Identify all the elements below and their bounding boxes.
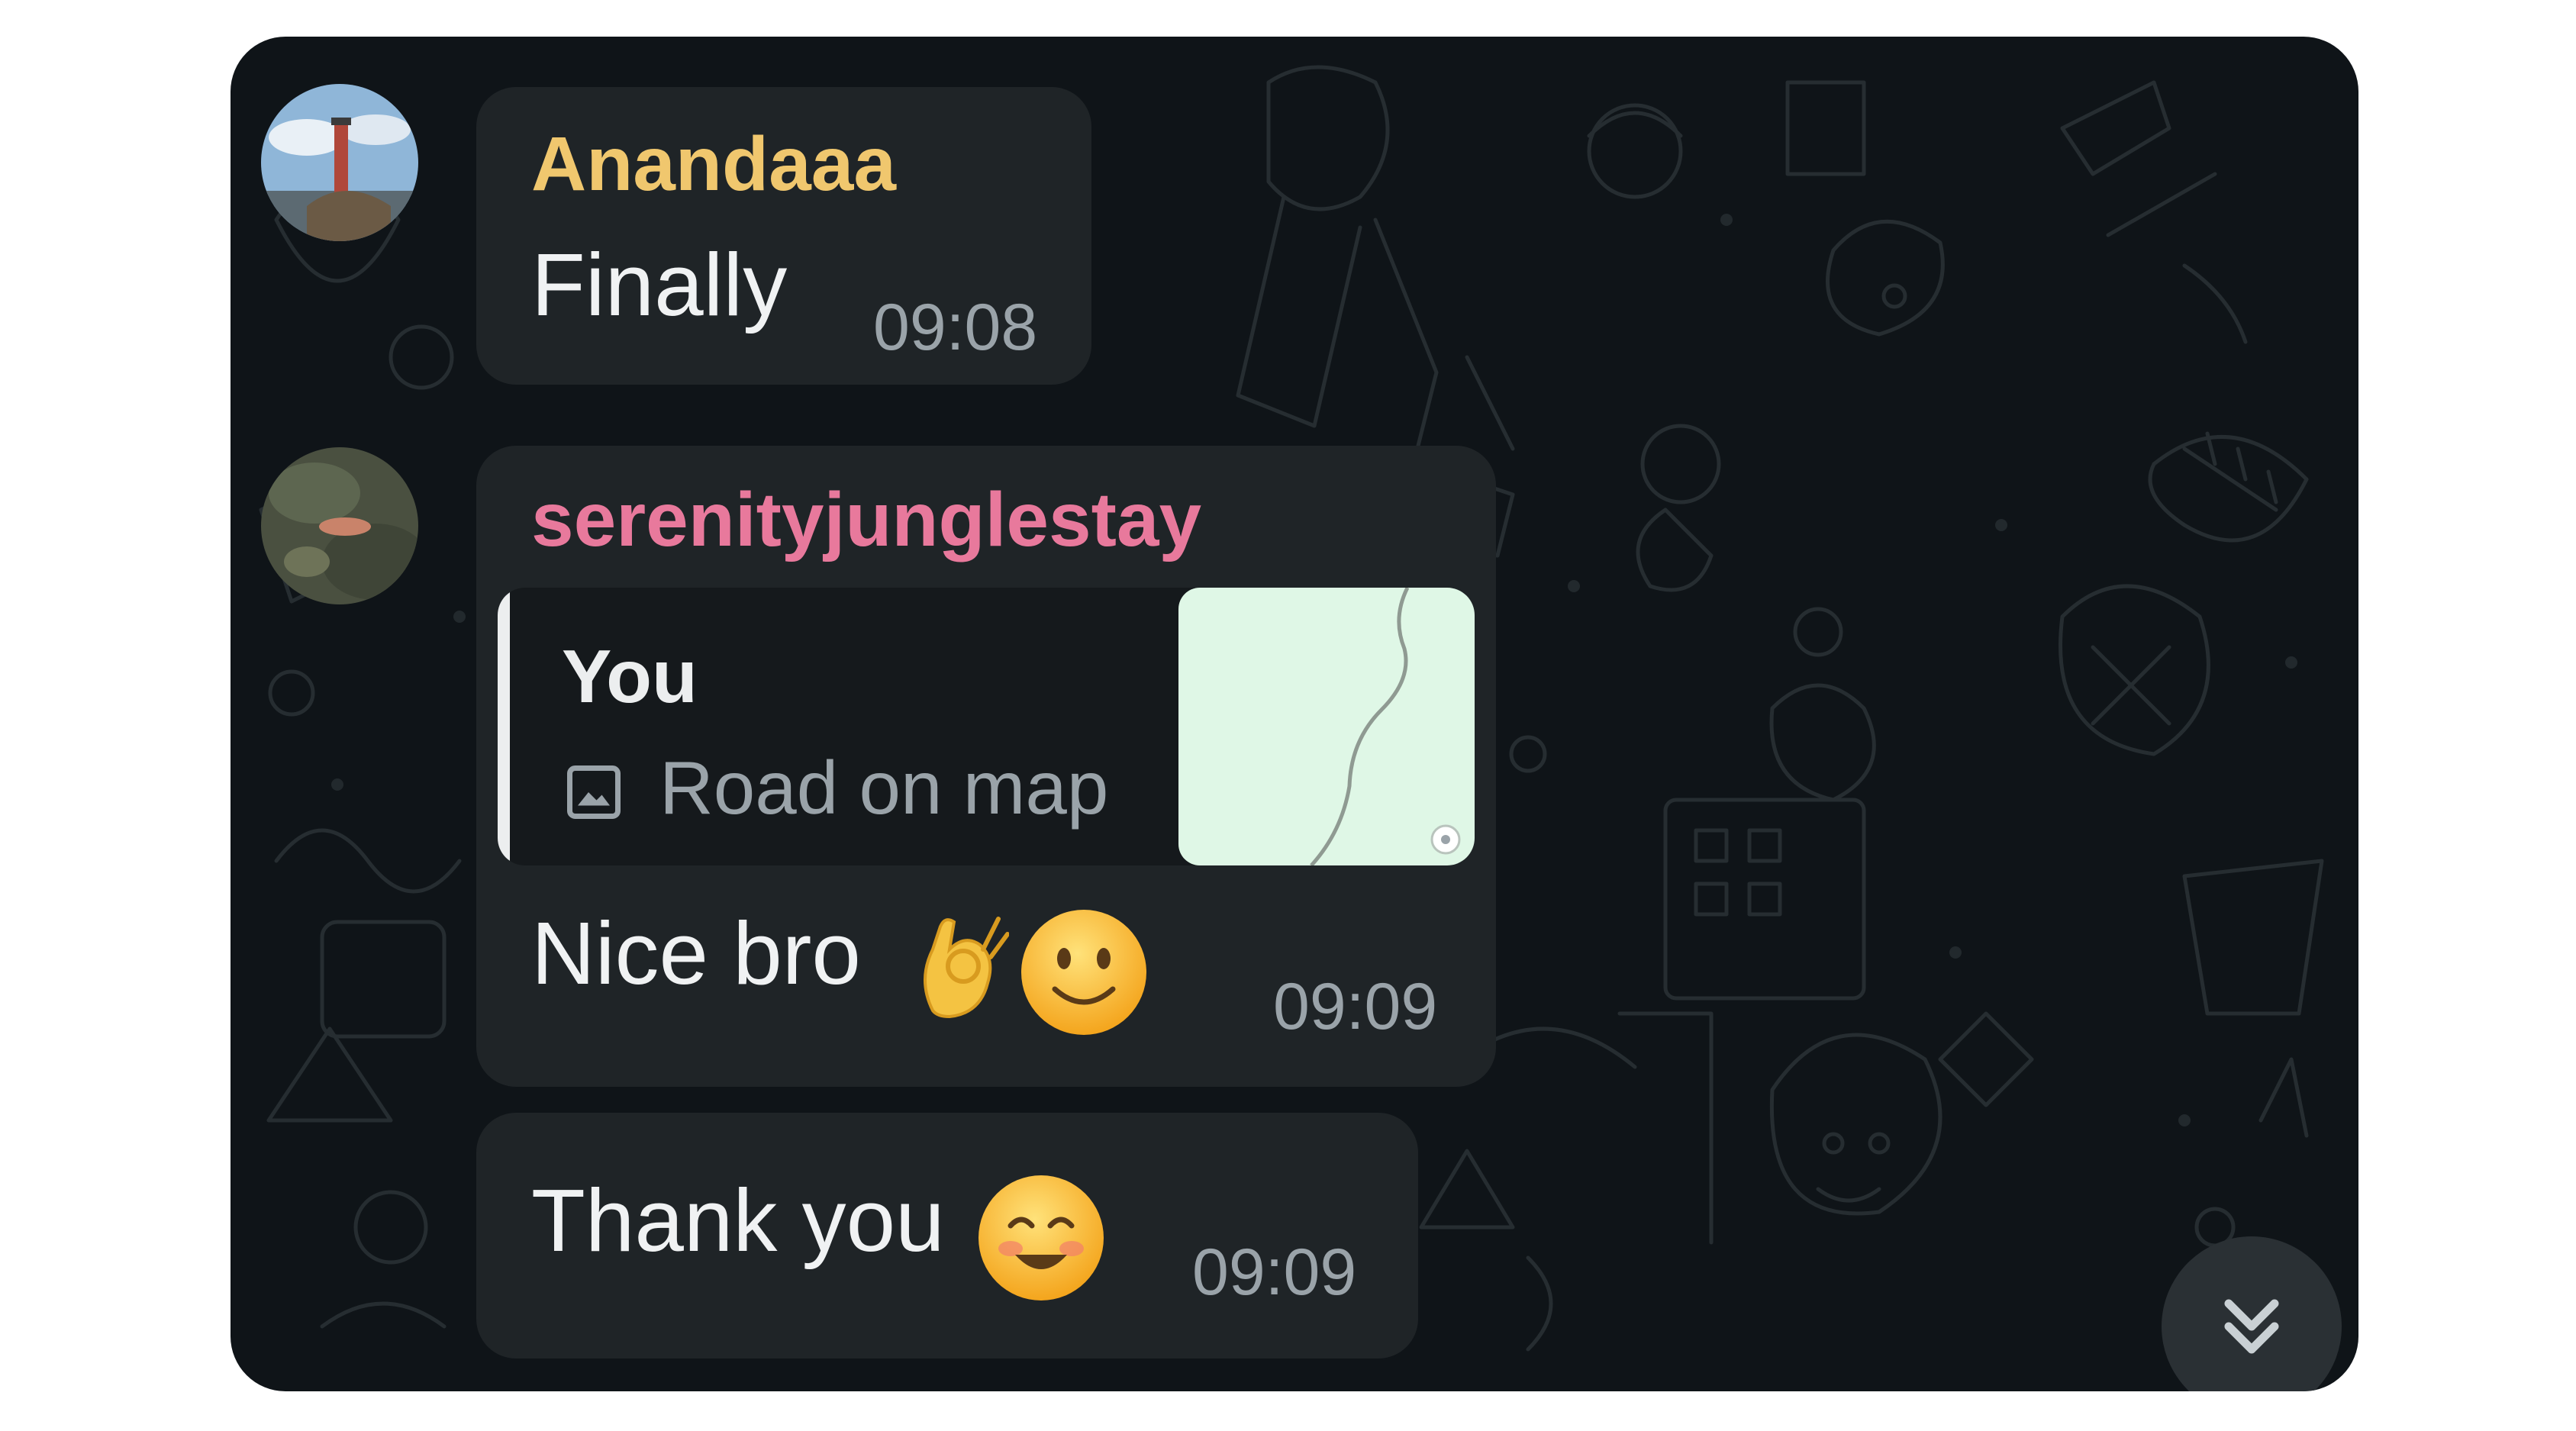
jungle-avatar-image — [261, 447, 418, 604]
lighthouse-avatar-image — [261, 84, 418, 241]
ok-hand-emoji — [910, 911, 1010, 1022]
image-icon — [562, 760, 626, 824]
sender-avatar-anandaaa[interactable] — [261, 84, 418, 241]
reply-preview-text: Road on map — [659, 746, 1109, 830]
message-text: Nice bro — [531, 904, 861, 1003]
slightly-smiling-face-emoji — [1018, 907, 1149, 1042]
message-text: Thank you — [531, 1171, 945, 1270]
message-bubble[interactable]: Anandaaa Finally 09:08 — [476, 87, 1091, 385]
message-time: 09:08 — [873, 291, 1038, 364]
map-road-line — [1310, 588, 1461, 865]
message-bubble[interactable]: Thank you 09:09 — [476, 1113, 1418, 1358]
sender-avatar-serenityjunglestay[interactable] — [261, 447, 418, 604]
reply-accent-bar — [498, 588, 510, 865]
reply-author: You — [562, 634, 698, 718]
reply-quote[interactable]: You Road on map — [498, 588, 1475, 865]
double-chevron-down-icon — [2206, 1281, 2297, 1372]
message-time: 09:09 — [1273, 970, 1438, 1043]
sender-name[interactable]: serenityjunglestay — [531, 476, 1201, 564]
smiling-face-with-smiling-eyes-emoji — [975, 1172, 1107, 1307]
chat-window: Anandaaa Finally 09:08 serenityjunglesta… — [231, 37, 2358, 1391]
sender-name[interactable]: Anandaaa — [531, 121, 896, 208]
map-thumbnail[interactable] — [1178, 588, 1475, 865]
message-bubble[interactable]: serenityjunglestay You Road on map Nice … — [476, 446, 1496, 1087]
message-time: 09:09 — [1192, 1236, 1357, 1309]
message-text: Finally — [531, 235, 788, 334]
